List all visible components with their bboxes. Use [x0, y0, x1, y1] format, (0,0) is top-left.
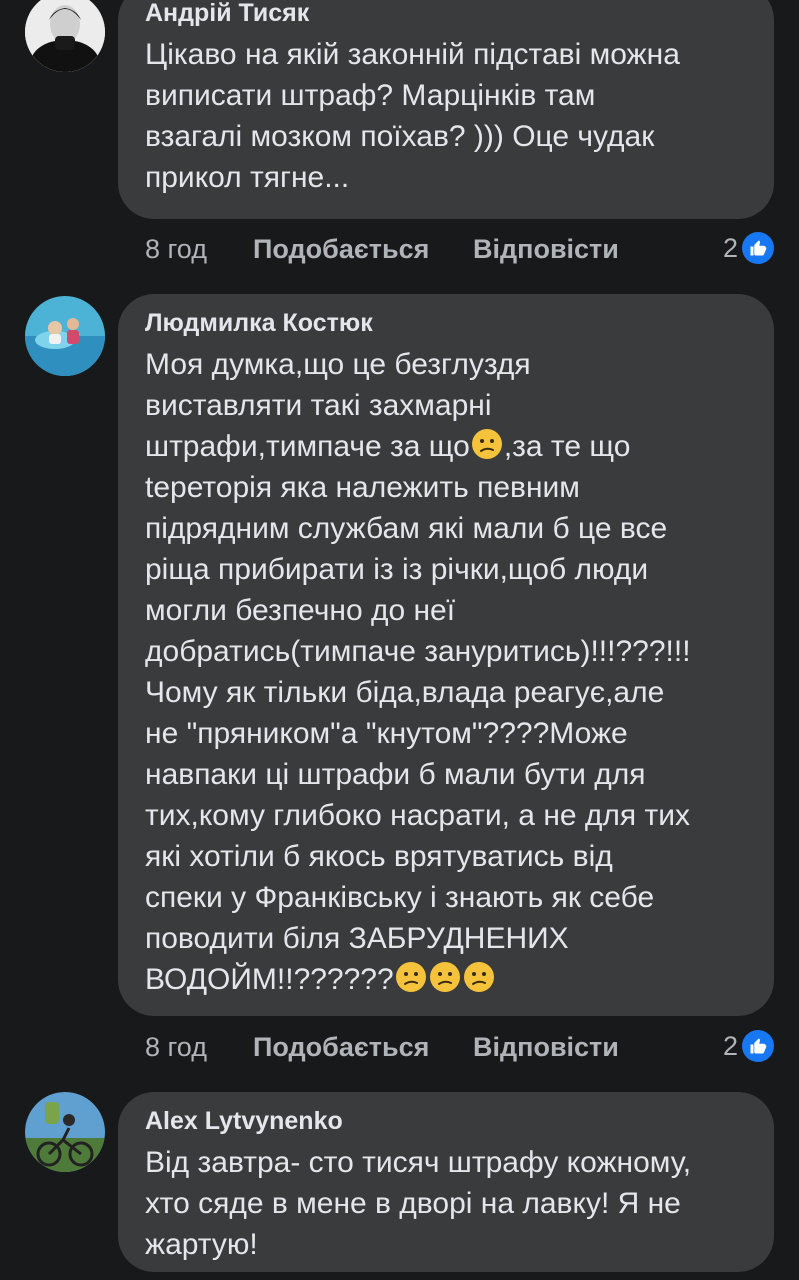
thumbs-up-icon: [742, 232, 774, 264]
like-button[interactable]: Подобається: [253, 234, 473, 265]
like-button[interactable]: Подобається: [253, 1032, 473, 1063]
comment-author[interactable]: Alex Lytvynenko: [145, 1106, 748, 1136]
avatar[interactable]: [25, 0, 105, 72]
reaction-count[interactable]: 2: [723, 1030, 774, 1062]
thumbs-up-icon: [742, 1030, 774, 1062]
comment-text: Моя думка,що це безглуздя виставляти так…: [145, 344, 748, 1000]
reaction-number: 2: [722, 232, 738, 263]
reaction-number: 2: [722, 1030, 738, 1061]
confused-face-icon: [463, 961, 495, 993]
comment-bubble: Людмилка Костюк Моя думка,що це безглузд…: [118, 294, 774, 1016]
comment-bubble: Alex Lytvynenko Від завтра- сто тисяч шт…: [118, 1092, 774, 1272]
confused-face-icon: [395, 961, 427, 993]
comment-text: Від завтра- сто тисяч штрафу кожному, хт…: [145, 1146, 692, 1261]
reaction-count[interactable]: 2: [723, 232, 774, 264]
avatar[interactable]: [25, 1092, 105, 1172]
reply-button[interactable]: Відповісти: [473, 1032, 619, 1063]
confused-face-icon: [471, 428, 503, 460]
confused-face-icon: [429, 961, 461, 993]
comment-text-part: ,за те що tереторія яка належить певним …: [145, 430, 691, 996]
reply-button[interactable]: Відповісти: [473, 234, 619, 265]
comment-bubble: Андрій Тисяк Цікаво на якій законній під…: [118, 0, 774, 219]
avatar[interactable]: [25, 296, 105, 376]
comment-time[interactable]: 8 год: [145, 234, 253, 265]
comment-actions: 8 год Подобається Відповісти: [145, 1032, 619, 1063]
comment-author[interactable]: Людмилка Костюк: [145, 308, 748, 338]
comment-text: Цікаво на якій законній підставі можна в…: [145, 38, 680, 194]
comment-actions: 8 год Подобається Відповісти: [145, 234, 619, 265]
comment-time[interactable]: 8 год: [145, 1032, 253, 1063]
comment-author[interactable]: Андрій Тисяк: [145, 0, 748, 28]
